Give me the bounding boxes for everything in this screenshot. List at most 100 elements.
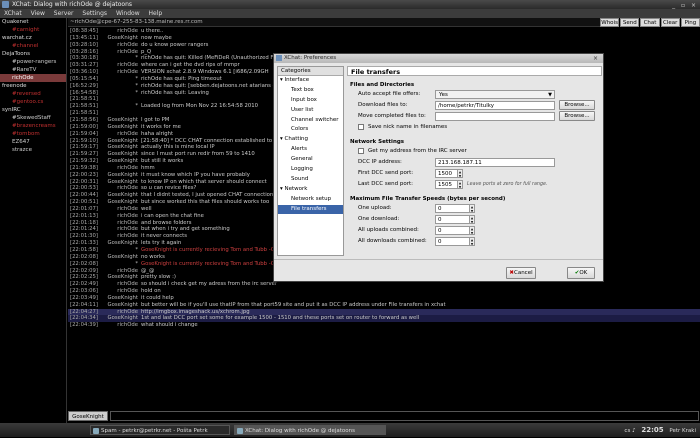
keyboard-layout[interactable]: cs [624,428,630,434]
tree-channel[interactable]: richOde [0,74,66,82]
category-group[interactable]: ▾ Chatting [278,135,343,145]
chat-nick[interactable]: GoseKnight [98,35,138,42]
menu-settings[interactable]: Settings [82,10,107,17]
chat-nick[interactable]: richOde [98,288,138,295]
topic-bar[interactable]: ~richOde@cpe-67-255-83-138.maine.res.rr.… [68,18,600,27]
category-item[interactable]: Network setup [278,195,343,205]
chat-nick[interactable]: richOde [98,220,138,227]
tree-channel[interactable]: #carnight [0,26,66,34]
task-mail[interactable]: Spam - petrkr@petrkr.net - Pošta Petrk [90,425,230,435]
tree-network[interactable]: Quakenet [0,18,66,26]
tree-network[interactable]: freenode [0,82,66,90]
move-dir-field[interactable] [435,112,555,121]
get-ip-checkbox[interactable] [358,148,364,154]
tree-network[interactable]: DejaToons [0,50,66,58]
tree-channel[interactable]: EZ647 [0,138,66,146]
chat-nick[interactable]: * [98,76,138,83]
chat-nick[interactable]: richOde [98,233,138,240]
tree-channel[interactable]: #reversed [0,90,66,98]
tree-channel[interactable]: #gentoo.cs [0,98,66,106]
chat-nick[interactable]: * [98,83,138,90]
tree-network[interactable]: synIRC [0,106,66,114]
chat-nick[interactable]: GoseKnight [98,172,138,179]
category-item[interactable]: Sound [278,175,343,185]
tree-channel[interactable]: #tombom [0,130,66,138]
chat-nick[interactable]: GoseKnight [98,192,138,199]
tree-channel[interactable]: #RareTV [0,66,66,74]
menu-window[interactable]: Window [116,10,140,17]
chat-nick[interactable]: GoseKnight [98,315,138,322]
chat-nick[interactable]: GoseKnight [98,124,138,131]
tree-channel[interactable]: #channel [0,42,66,50]
dialog-close-icon[interactable]: × [593,54,600,63]
send-button[interactable]: Send [620,18,640,27]
dcc-ip-field[interactable]: 213.168.187.11 [435,158,555,167]
spinner-arrows-icon[interactable]: ▲ ▼ [457,170,462,178]
menu-view[interactable]: View [31,10,45,17]
chat-nick[interactable]: richOde [98,213,138,220]
dialog-titlebar[interactable]: XChat: Preferences × [274,54,603,63]
category-item[interactable]: User list [278,106,343,116]
chat-nick[interactable]: richOde [98,28,138,35]
category-item[interactable]: File transfers [278,204,343,215]
chat-nick[interactable]: GoseKnight [98,179,138,186]
chat-nick[interactable]: richOde [98,131,138,138]
chat-nick[interactable]: GoseKnight [98,138,138,145]
chat-nick[interactable]: richOde [98,226,138,233]
chat-nick[interactable]: * [98,261,138,268]
chat-nick[interactable]: GoseKnight [98,254,138,261]
chat-nick[interactable]: richOde [98,322,138,329]
category-item[interactable]: Alerts [278,145,343,155]
chat-nick[interactable]: GoseKnight [98,158,138,165]
category-item[interactable]: Input box [278,96,343,106]
chat-nick[interactable]: richOde [98,206,138,213]
chat-nick[interactable]: GoseKnight [98,151,138,158]
tree-channel[interactable]: #power-rangers [0,58,66,66]
clock[interactable]: 22:05 [641,426,663,434]
category-item[interactable]: General [278,155,343,165]
menu-xchat[interactable]: XChat [4,10,22,17]
chat-nick[interactable]: * [98,103,138,110]
chat-nick[interactable]: GoseKnight [98,144,138,151]
move-browse-button[interactable]: Browse... [559,111,595,121]
chat-nick[interactable]: * [98,247,138,254]
save-nick-checkbox[interactable] [358,124,364,130]
ping-button[interactable]: Ping [680,18,700,27]
chat-nick[interactable]: richOde [98,281,138,288]
spinner-arrows-icon[interactable]: ▲ ▼ [469,227,474,235]
one-upload-spinner[interactable]: 0 ▲ ▼ [435,204,475,213]
category-item[interactable]: Text box [278,86,343,96]
chat-nick[interactable]: richOde [98,69,138,76]
spinner-arrows-icon[interactable]: ▲ ▼ [469,216,474,224]
menu-help[interactable]: Help [149,10,163,17]
last-port-spinner[interactable]: 1505 ▲ ▼ [435,180,463,189]
all-uploads-spinner[interactable]: 0 ▲ ▼ [435,226,475,235]
category-item[interactable]: Colors [278,125,343,135]
one-download-spinner[interactable]: 0 ▲ ▼ [435,215,475,224]
chat-nick[interactable]: * [98,55,138,62]
user-menu[interactable]: Petr Kraki [669,428,696,434]
chat-nick[interactable]: GoseKnight [98,117,138,124]
category-item[interactable]: Channel switcher [278,116,343,126]
spinner-arrows-icon[interactable]: ▲ ▼ [469,205,474,213]
chat-nick[interactable]: richOde [98,309,138,316]
chat-nick[interactable]: richOde [98,62,138,69]
volume-icon[interactable]: ♪ [632,428,636,434]
message-input[interactable] [110,411,699,421]
chat-nick[interactable]: richOde [98,165,138,172]
task-xchat[interactable]: XChat: Dialog with richOde @ dejatoons [234,425,386,435]
chat-nick[interactable]: GoseKnight [98,199,138,206]
download-dir-field[interactable]: /home/petrkr/Titulky [435,101,555,110]
spinner-arrows-icon[interactable]: ▲ ▼ [457,181,462,189]
chat-nick[interactable]: * [98,90,138,97]
cancel-button[interactable]: ✖Cancel [506,267,536,279]
menu-server[interactable]: Server [54,10,74,17]
window-titlebar[interactable]: XChat: Dialog with richOde @ dejatoons _… [0,0,700,9]
tree-channel[interactable]: strazce [0,146,66,154]
nick-button[interactable]: GoseKnight [68,411,108,421]
category-group[interactable]: ▾ Network [278,185,343,195]
chat-nick[interactable]: GoseKnight [98,302,138,309]
category-group[interactable]: ▾ Interface [278,76,343,86]
auto-accept-select[interactable]: Yes ▼ [435,90,555,99]
ok-button[interactable]: ✔OK [567,267,595,279]
